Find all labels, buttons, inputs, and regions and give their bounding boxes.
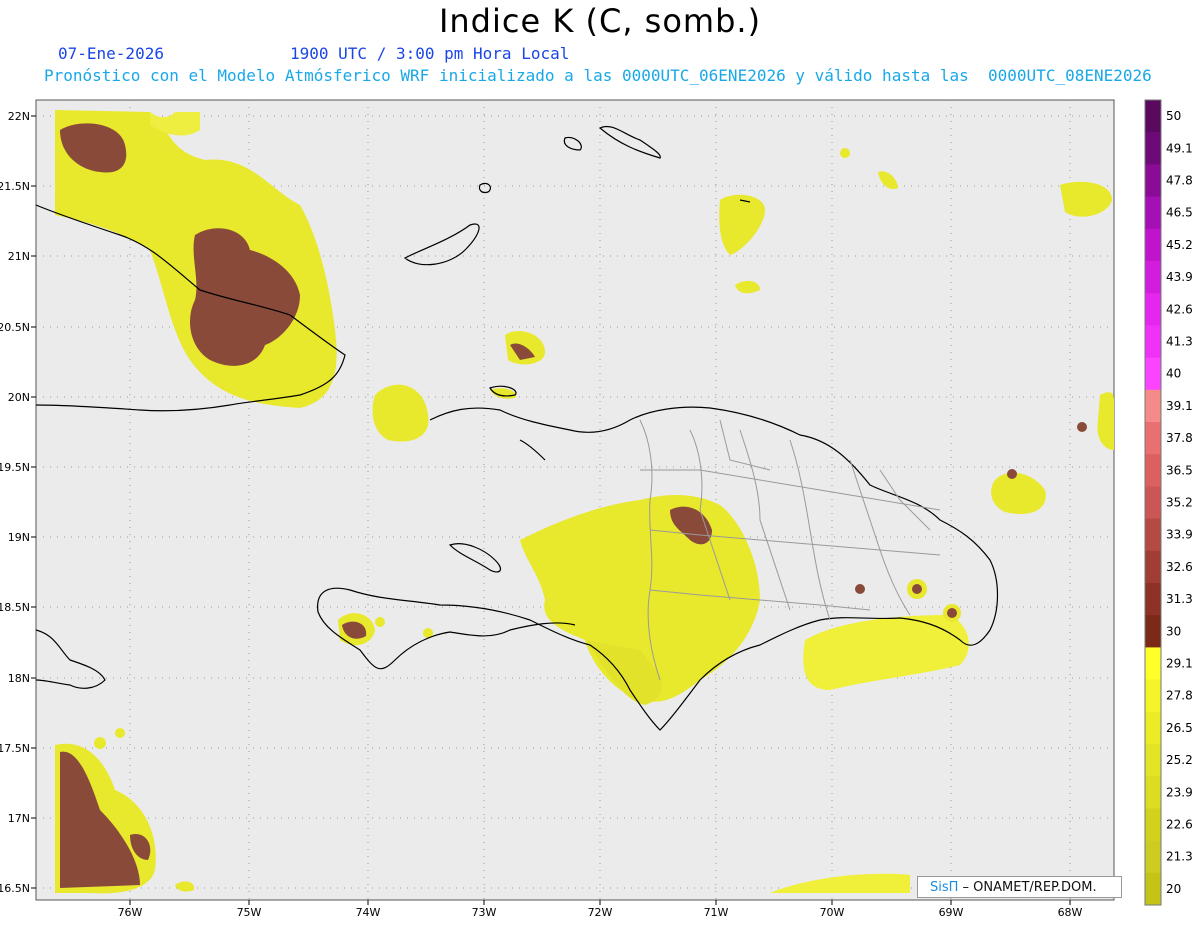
credit-text: – ONAMET/REP.DOM.: [958, 880, 1097, 895]
lat-label: 18N: [8, 672, 30, 685]
colorbar-swatch: [1145, 679, 1161, 713]
colorbar-label: 27.8: [1166, 689, 1193, 703]
colorbar-label: 30: [1166, 624, 1181, 638]
colorbar-swatch: [1145, 744, 1161, 777]
credit-box: SisΠ – ONAMET/REP.DOM.: [917, 876, 1122, 898]
colorbar-swatch: [1145, 711, 1161, 745]
colorbar-label: 49.1: [1166, 141, 1193, 155]
lat-label: 19N: [8, 531, 30, 544]
colorbar-swatch: [1145, 550, 1161, 584]
colorbar-swatch: [1145, 164, 1161, 198]
lon-label: 70W: [820, 906, 845, 919]
colorbar-label: 33.9: [1166, 528, 1193, 542]
colorbar-label: 39.1: [1166, 399, 1193, 413]
colorbar-swatch: [1145, 132, 1161, 165]
lon-label: 75W: [237, 906, 262, 919]
lon-label: 76W: [118, 906, 143, 919]
lon-label: 73W: [472, 906, 497, 919]
colorbar-label: 50: [1166, 109, 1181, 123]
colorbar-label: 20: [1166, 882, 1181, 896]
colorbar-swatch: [1145, 454, 1161, 487]
colorbar-swatch: [1145, 615, 1161, 648]
lat-label: 17.5N: [0, 742, 30, 755]
lat-label: 22N: [8, 110, 30, 123]
colorbar-swatch: [1145, 293, 1161, 326]
latitude-labels: 22N 21.5N 21N 20.5N 20N 19.5N 19N 18.5N 18N 17.5N…: [0, 110, 36, 895]
sisp-logo: SisΠ: [930, 880, 959, 895]
lon-label: 74W: [356, 906, 381, 919]
colorbar-label: 32.6: [1166, 560, 1193, 574]
colorbar-label: 43.9: [1166, 270, 1193, 284]
lat-label: 16.5N: [0, 882, 30, 895]
colorbar-swatch: [1145, 872, 1161, 906]
colorbar-swatch: [1145, 840, 1161, 874]
colorbar-swatch: [1145, 325, 1161, 359]
colorbar-label: 21.3: [1166, 850, 1193, 864]
colorbar-label: 36.5: [1166, 463, 1193, 477]
colorbar-swatch: [1145, 228, 1161, 262]
colorbar-label: 22.6: [1166, 818, 1193, 832]
colorbar-swatch: [1145, 389, 1161, 423]
lat-label: 21.5N: [0, 180, 30, 193]
colorbar-label: 37.8: [1166, 431, 1193, 445]
lon-label: 71W: [704, 906, 729, 919]
map-figure: 22N 21.5N 21N 20.5N 20N 19.5N 19N 18.5N 18N 17.5N…: [0, 99, 1193, 919]
colorbar-swatch: [1145, 422, 1161, 455]
colorbar-label: 47.8: [1166, 174, 1193, 188]
lon-label: 72W: [588, 906, 613, 919]
colorbar-label: 46.5: [1166, 206, 1193, 220]
colorbar-label: 26.5: [1166, 721, 1193, 735]
colorbar-swatch: [1145, 583, 1161, 616]
colorbar: 50 49.1 47.8 46.5 45.2 43.9 42.6 41.3 40 39.1 37.8…: [1144, 99, 1193, 906]
colorbar-swatch: [1145, 196, 1161, 230]
colorbar-swatch: [1145, 100, 1161, 133]
colorbar-swatch: [1145, 518, 1161, 552]
lat-label: 20.5N: [0, 321, 30, 334]
colorbar-swatch: [1145, 486, 1161, 520]
lat-label: 21N: [8, 250, 30, 263]
lat-label: 18.5N: [0, 601, 30, 614]
colorbar-swatch: [1145, 647, 1161, 681]
colorbar-label: 42.6: [1166, 302, 1193, 316]
lon-label: 68W: [1058, 906, 1083, 919]
lat-label: 19.5N: [0, 461, 30, 474]
colorbar-label: 35.2: [1166, 496, 1193, 510]
colorbar-label: 29.1: [1166, 657, 1193, 671]
colorbar-label: 40: [1166, 367, 1181, 381]
colorbar-swatch: [1145, 808, 1161, 842]
colorbar-swatch: [1145, 776, 1161, 809]
colorbar-label: 45.2: [1166, 238, 1193, 252]
lat-label: 20N: [8, 391, 30, 404]
colorbar-swatch: [1145, 261, 1161, 294]
colorbar-label: 41.3: [1166, 335, 1193, 349]
colorbar-swatch: [1145, 357, 1161, 391]
colorbar-label: 23.9: [1166, 785, 1193, 799]
longitude-labels: 76W 75W 74W 73W 72W 71W 70W 69W 68W: [118, 900, 1083, 919]
colorbar-label: 25.2: [1166, 753, 1193, 767]
lat-label: 17N: [8, 812, 30, 825]
colorbar-label: 31.3: [1166, 592, 1193, 606]
lon-label: 69W: [939, 906, 964, 919]
